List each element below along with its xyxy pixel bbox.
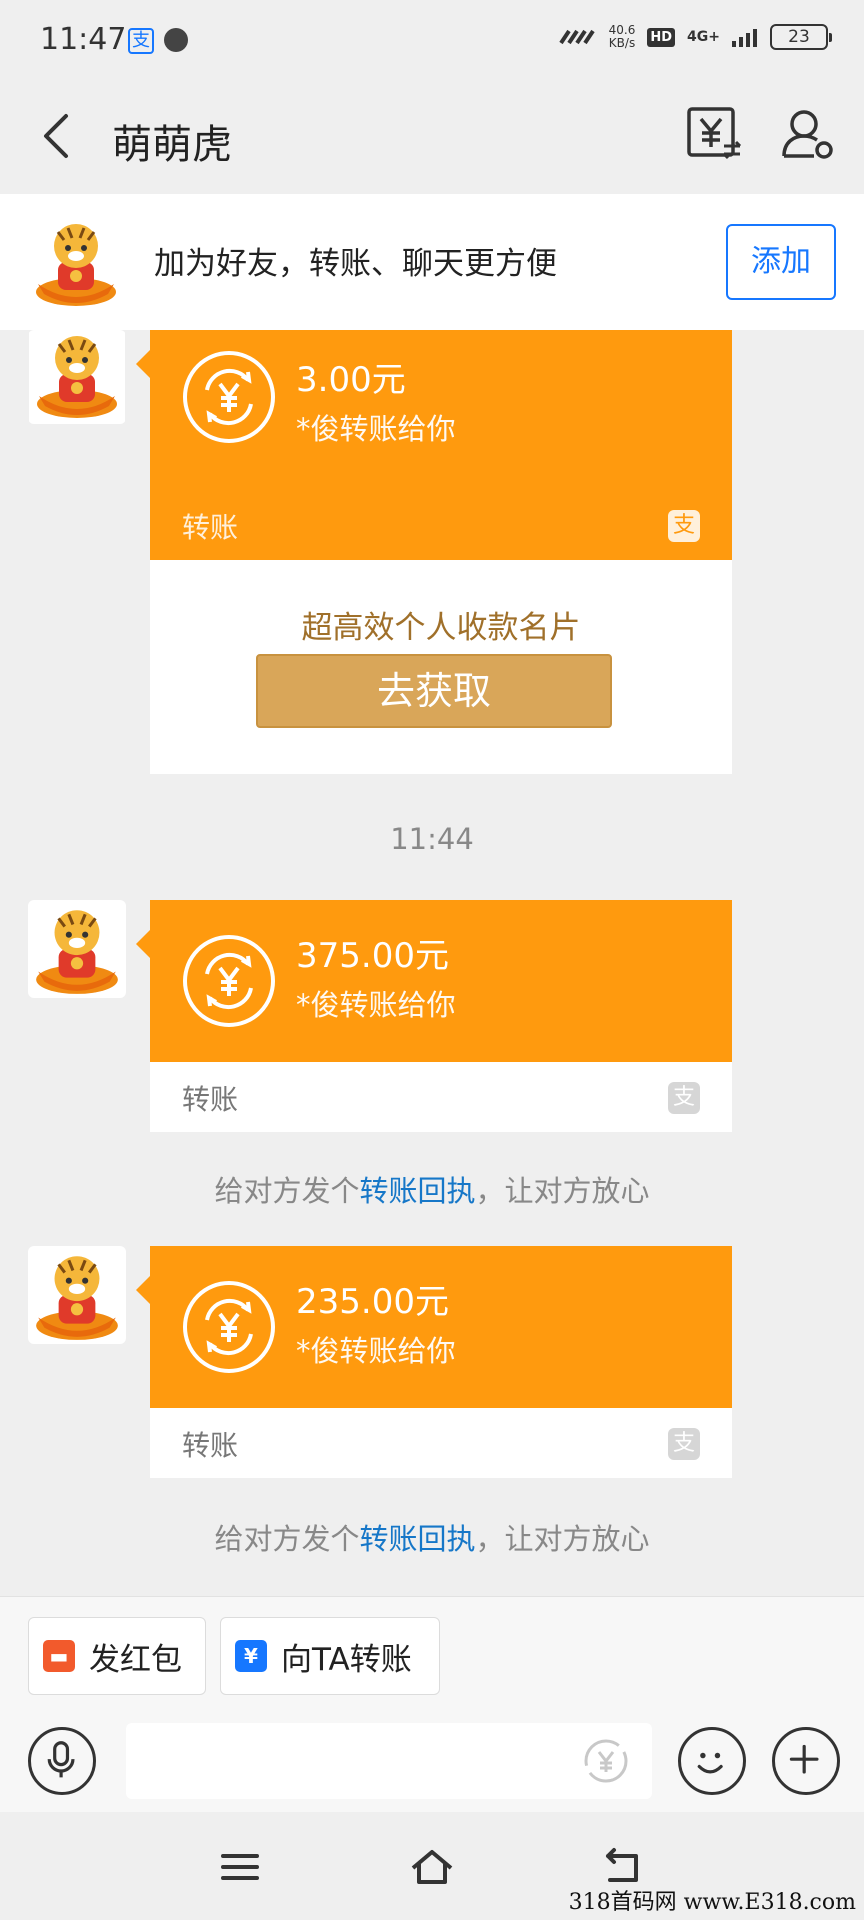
profile-settings-icon[interactable]	[780, 106, 836, 162]
chat-header: 萌萌虎	[0, 80, 864, 194]
transfer-amount: 3.00元	[296, 360, 406, 400]
add-friend-button[interactable]: 添加	[726, 224, 836, 300]
battery-icon: 23	[770, 24, 832, 50]
transfer-card-footer: 转账 支	[150, 490, 732, 560]
red-packet-icon: ▬	[43, 1640, 75, 1672]
nfc-icon	[558, 29, 595, 45]
microphone-icon[interactable]	[28, 1727, 96, 1795]
transfer-icon: ¥	[235, 1640, 267, 1672]
transfer-coin-icon[interactable]	[580, 1735, 632, 1787]
transfer-amount: 235.00元	[296, 1282, 449, 1322]
transfer-to-ta-button[interactable]: ¥ 向TA转账	[220, 1617, 440, 1695]
transfer-sender: *俊转账给你	[296, 1334, 456, 1368]
get-card-button[interactable]: 去获取	[256, 654, 612, 728]
red-packet-label: 发红包	[89, 1641, 182, 1678]
tiger-avatar[interactable]	[28, 214, 124, 310]
back-arrow-icon[interactable]	[30, 108, 86, 164]
transfer-sender: *俊转账给你	[296, 988, 456, 1022]
chat-title: 萌萌虎	[112, 122, 232, 168]
bubble-tail	[136, 1276, 150, 1304]
plus-icon[interactable]	[772, 1727, 840, 1795]
alipay-logo-icon: 支	[668, 1428, 700, 1460]
globe-icon	[164, 28, 188, 52]
transfer-records-icon[interactable]	[686, 104, 742, 164]
transfer-card[interactable]: 235.00元 *俊转账给你 转账 支	[136, 1246, 732, 1478]
receipt-hint-suffix: ，让对方放心	[475, 1522, 650, 1556]
hd-badge: HD	[647, 27, 676, 47]
status-right-group: 40.6 KB/s HD 4G+ 23	[557, 24, 832, 50]
network-speed-unit: KB/s	[608, 36, 636, 50]
alipay-logo-icon: 支	[668, 510, 700, 542]
transfer-card-footer: 转账 支	[150, 1062, 732, 1132]
watermark: 318首码网 www.E318.com	[568, 1890, 856, 1915]
promo-section: 超高效个人收款名片 去获取	[150, 560, 732, 774]
transfer-to-ta-label: 向TA转账	[281, 1641, 412, 1678]
receipt-hint-suffix: ，让对方放心	[475, 1174, 650, 1208]
transfer-card-header: 235.00元 *俊转账给你	[136, 1246, 732, 1408]
home-icon[interactable]	[407, 1842, 457, 1892]
transfer-coin-icon	[183, 351, 275, 443]
transfer-label: 转账	[182, 1083, 239, 1116]
sender-avatar[interactable]	[28, 1246, 126, 1344]
receipt-link[interactable]: 转账回执	[359, 1522, 475, 1556]
transfer-card[interactable]: 375.00元 *俊转账给你 转账 支	[136, 900, 732, 1132]
transfer-card-header: 375.00元 *俊转账给你	[136, 900, 732, 1062]
transfer-amount: 375.00元	[296, 936, 449, 976]
sender-avatar[interactable]	[28, 900, 126, 998]
input-panel: ▬ 发红包 ¥ 向TA转账	[0, 1596, 864, 1812]
emoji-icon[interactable]	[678, 1727, 746, 1795]
signal-icon	[732, 29, 757, 47]
bubble-tail	[136, 350, 150, 378]
menu-icon[interactable]	[215, 1842, 265, 1892]
network-type: 4G+	[687, 29, 720, 45]
receipt-hint-prefix: 给对方发个	[214, 1174, 360, 1208]
transfer-card-header: 3.00元 *俊转账给你 转账 支	[136, 330, 732, 560]
sender-avatar[interactable]	[28, 330, 126, 424]
add-friend-text: 加为好友，转账、聊天更方便	[154, 246, 557, 282]
chat-timestamp: 11:44	[390, 822, 474, 856]
alipay-notification-icon: 支	[128, 28, 154, 54]
receipt-hint-prefix: 给对方发个	[214, 1522, 360, 1556]
network-speed: 40.6 KB/s	[609, 24, 636, 50]
transfer-card-footer: 转账 支	[150, 1408, 732, 1478]
add-friend-banner: 加为好友，转账、聊天更方便 添加	[0, 194, 864, 330]
system-nav-bar: 318首码网 www.E318.com	[0, 1812, 864, 1920]
message-input[interactable]	[126, 1723, 652, 1799]
transfer-label: 转账	[182, 511, 239, 544]
promo-title: 超高效个人收款名片	[301, 610, 581, 646]
transfer-coin-icon	[183, 1281, 275, 1373]
transfer-card[interactable]: 3.00元 *俊转账给你 转账 支 超高效个人收款名片 去获取	[136, 330, 732, 774]
status-time: 11:47	[40, 22, 127, 57]
transfer-coin-icon	[183, 935, 275, 1027]
status-bar: 11:47 支 40.6 KB/s HD 4G+ 23	[0, 0, 864, 80]
receipt-link[interactable]: 转账回执	[359, 1174, 475, 1208]
alipay-logo-icon: 支	[668, 1082, 700, 1114]
transfer-label: 转账	[182, 1429, 239, 1462]
red-packet-button[interactable]: ▬ 发红包	[28, 1617, 206, 1695]
receipt-hint: 给对方发个转账回执，让对方放心	[0, 1168, 864, 1210]
bubble-tail	[136, 930, 150, 958]
transfer-sender: *俊转账给你	[296, 412, 456, 446]
receipt-hint: 给对方发个转账回执，让对方放心	[0, 1516, 864, 1558]
